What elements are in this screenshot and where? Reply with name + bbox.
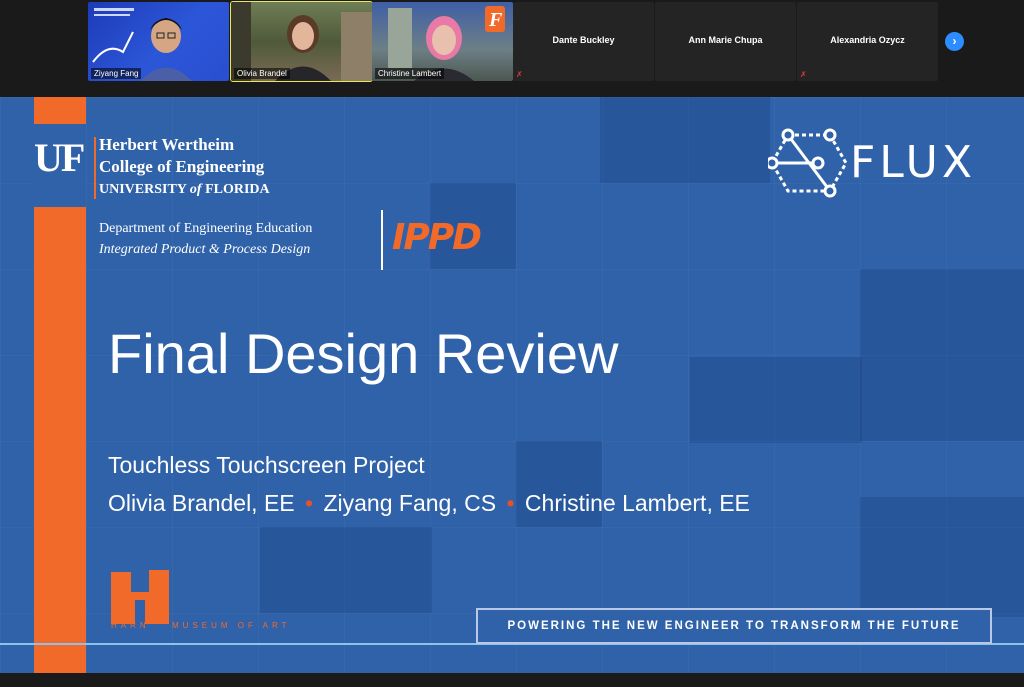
tagline: POWERING THE NEW ENGINEER TO TRANSFORM T… bbox=[476, 608, 992, 644]
participant-name: Ann Marie Chupa bbox=[688, 35, 763, 45]
author-name: Olivia Brandel, EE bbox=[108, 490, 295, 516]
muted-microphone-icon: ✗ bbox=[800, 70, 807, 79]
university-name-of: of bbox=[189, 182, 202, 197]
participant-tile-christine[interactable]: F Christine Lambert bbox=[372, 2, 513, 81]
author-separator: • bbox=[305, 490, 314, 516]
harn-museum-logo bbox=[111, 570, 171, 626]
participant-name: Christine Lambert bbox=[375, 68, 445, 79]
college-name-line2: College of Engineering bbox=[99, 157, 265, 176]
author-separator: • bbox=[506, 490, 515, 516]
participant-tile-dante[interactable]: Dante Buckley ✗ bbox=[513, 2, 654, 81]
muted-microphone-icon: ✗ bbox=[516, 70, 523, 79]
participant-tile-ann-marie[interactable]: Ann Marie Chupa bbox=[655, 2, 796, 81]
meeting-window: Ziyang Fang Olivia Brandel F Christine L… bbox=[0, 0, 1024, 687]
author-name: Christine Lambert, EE bbox=[524, 490, 750, 516]
meeting-bottom-bar bbox=[0, 673, 1024, 687]
slide-title: Final Design Review bbox=[108, 322, 619, 385]
participant-name: Alexandria Ozycz bbox=[830, 35, 905, 45]
participant-name: Ziyang Fang bbox=[91, 68, 142, 79]
svg-text:F: F bbox=[488, 9, 503, 31]
harn-museum-label: MUSEUM OF ART bbox=[172, 621, 291, 630]
university-name-prefix: UNIVERSITY bbox=[99, 182, 190, 197]
logo-divider bbox=[94, 137, 96, 199]
department-divider bbox=[381, 210, 383, 270]
author-list: Olivia Brandel, EE • Ziyang Fang, CS • C… bbox=[108, 490, 750, 517]
shared-slide: UF Herbert Wertheim College of Engineeri… bbox=[0, 97, 1024, 673]
author-name: Ziyang Fang, CS bbox=[323, 490, 497, 516]
harn-letters: HARN bbox=[111, 621, 150, 630]
program-name: Integrated Product & Process Design bbox=[99, 242, 311, 257]
participant-tile-alexandria[interactable]: Alexandria Ozycz ✗ bbox=[797, 2, 938, 81]
accent-bar bbox=[34, 97, 86, 673]
university-name-suffix: FLORIDA bbox=[201, 182, 270, 197]
participant-name: Olivia Brandel bbox=[234, 68, 290, 79]
department-name: Department of Engineering Education bbox=[99, 221, 313, 236]
participant-strip: Ziyang Fang Olivia Brandel F Christine L… bbox=[0, 0, 1024, 96]
participant-name: Dante Buckley bbox=[552, 35, 615, 45]
slide-subtitle: Touchless Touchscreen Project bbox=[108, 452, 425, 478]
college-name-line1: Herbert Wertheim bbox=[99, 135, 235, 154]
uf-logo: UF bbox=[34, 135, 85, 180]
ippd-logo: IPPD bbox=[392, 217, 482, 258]
university-name: UNIVERSITY of FLORIDA bbox=[99, 182, 270, 198]
participant-tile-ziyang[interactable]: Ziyang Fang bbox=[88, 2, 229, 81]
chevron-right-icon[interactable]: › bbox=[945, 32, 964, 51]
flux-logo-text: FLUX bbox=[850, 137, 976, 188]
participant-tile-olivia[interactable]: Olivia Brandel bbox=[230, 1, 373, 82]
